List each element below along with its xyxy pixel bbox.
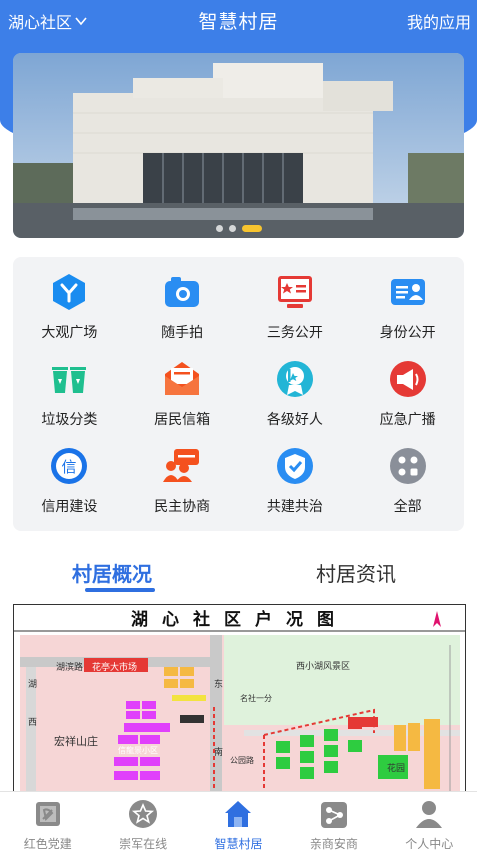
nav-label: 智慧村居 [214, 837, 263, 851]
grid-item-label: 信用建设 [41, 499, 98, 516]
mailbox-icon [165, 361, 200, 395]
grid-item-label: 随手拍 [161, 324, 204, 341]
grid-item-label: 居民信箱 [154, 411, 211, 428]
map-label-east-road: 东 [214, 680, 224, 690]
grid-item-label: 各级好人 [266, 411, 323, 428]
map-label-supermarket: 花亭大市场 [92, 663, 138, 673]
grid-item-label: 民主协商 [154, 499, 211, 516]
community-name: 湖心社区 [8, 13, 73, 32]
banner-image [13, 53, 464, 238]
svg-text:信: 信 [62, 458, 77, 476]
grid-item-label: 全部 [393, 499, 422, 516]
map-title: 湖心社区户况图 [131, 610, 348, 630]
nav-label: 红色党建 [23, 837, 72, 851]
grid-item-public-affairs[interactable]: 三务公开 [239, 263, 352, 350]
grid-item-identity[interactable]: 身份公开 [351, 263, 464, 350]
map-label-south-road: 南 [214, 748, 224, 758]
public-affairs-icon [277, 275, 312, 308]
business-icon [320, 802, 347, 828]
grid-item-good-people[interactable]: 各级好人 [239, 350, 352, 437]
map-label-north-road: 湖 [28, 680, 38, 690]
grid-item-label: 应急广播 [379, 411, 436, 428]
content-tabs: 村居概况 村居资讯 [0, 558, 477, 598]
discussion-icon [163, 449, 200, 483]
grid-item-camera[interactable]: 随手拍 [126, 263, 239, 350]
tab-news[interactable]: 村居资讯 [316, 558, 396, 587]
map-label-residential: 信龍景小区 [118, 746, 158, 755]
credit-icon: 信 [51, 448, 88, 485]
tab-overview[interactable]: 村居概况 [72, 558, 152, 587]
map-label-building: 名社一分 [240, 694, 272, 703]
top-bar: 湖心社区 智慧村居 我的应用 [0, 0, 477, 40]
nav-profile[interactable]: 个人中心 [382, 792, 477, 856]
feature-grid: 大观广场 随手拍 三务公开 身份公开 垃圾分类 居民信箱 各级好人 应急广播 信… [13, 257, 464, 531]
home-icon [225, 801, 252, 827]
trash-sorting-icon [52, 366, 87, 393]
grid-item-discussion[interactable]: 民主协商 [126, 438, 239, 525]
map-label-mountain: 宏祥山庄 [54, 735, 98, 748]
nav-military[interactable]: 崇军在线 [95, 792, 190, 856]
grid-item-emergency-broadcast[interactable]: 应急广播 [351, 350, 464, 437]
map-label-gate: 湖滨路 [56, 663, 84, 673]
carousel-dot[interactable] [228, 225, 236, 232]
user-icon [416, 801, 443, 828]
grid-item-label: 三务公开 [266, 324, 323, 341]
bottom-navigation: 红色党建 崇军在线 智慧村居 亲商安商 个人中心 [0, 791, 477, 856]
grand-view-plaza-icon [53, 273, 86, 310]
nav-business[interactable]: 亲商安商 [286, 792, 381, 856]
shield-check-icon [276, 448, 313, 485]
grid-item-mailbox[interactable]: 居民信箱 [126, 350, 239, 437]
nav-label: 崇军在线 [119, 837, 168, 851]
camera-icon [165, 276, 200, 307]
grid-item-credit[interactable]: 信 信用建设 [13, 438, 126, 525]
grid-item-label: 共建共治 [266, 499, 323, 516]
map-label-park-road: 公园路 [230, 756, 254, 765]
map-label-garden: 花园 [387, 764, 406, 774]
carousel-dot-active[interactable] [241, 225, 262, 232]
map-label-west-road: 西 [28, 718, 38, 728]
loudspeaker-icon [389, 360, 426, 397]
chevron-down-icon [75, 17, 87, 26]
community-map[interactable]: 湖心社区户况图 花亭大市场 西小湖风景区 宏祥山庄 信龍景小区 东 南 西 湖 … [13, 604, 466, 791]
grid-item-co-governance[interactable]: 共建共治 [239, 438, 352, 525]
map-label-scenic: 西小湖风景区 [296, 662, 351, 672]
carousel-indicator [13, 225, 464, 232]
my-apps-link[interactable]: 我的应用 [407, 9, 471, 33]
active-tab-indicator [85, 588, 155, 592]
party-building-icon [35, 802, 60, 826]
all-apps-icon [389, 448, 426, 485]
nav-label: 个人中心 [405, 837, 454, 851]
community-selector[interactable]: 湖心社区 [8, 9, 88, 33]
grid-item-trash-sorting[interactable]: 垃圾分类 [13, 350, 126, 437]
grid-item-all[interactable]: 全部 [351, 438, 464, 525]
star-badge-icon [129, 800, 158, 828]
nav-party-building[interactable]: 红色党建 [0, 792, 95, 856]
nav-smart-village[interactable]: 智慧村居 [191, 792, 286, 856]
identity-card-icon [390, 278, 425, 305]
grid-item-label: 垃圾分类 [41, 411, 98, 428]
grid-item-label: 身份公开 [379, 324, 436, 341]
carousel-dot[interactable] [215, 225, 223, 232]
banner-carousel[interactable] [13, 53, 464, 238]
nav-label: 亲商安商 [309, 837, 358, 851]
grid-item-label: 大观广场 [41, 324, 98, 341]
good-people-icon [276, 360, 313, 397]
grid-item-grand-view-plaza[interactable]: 大观广场 [13, 263, 126, 350]
